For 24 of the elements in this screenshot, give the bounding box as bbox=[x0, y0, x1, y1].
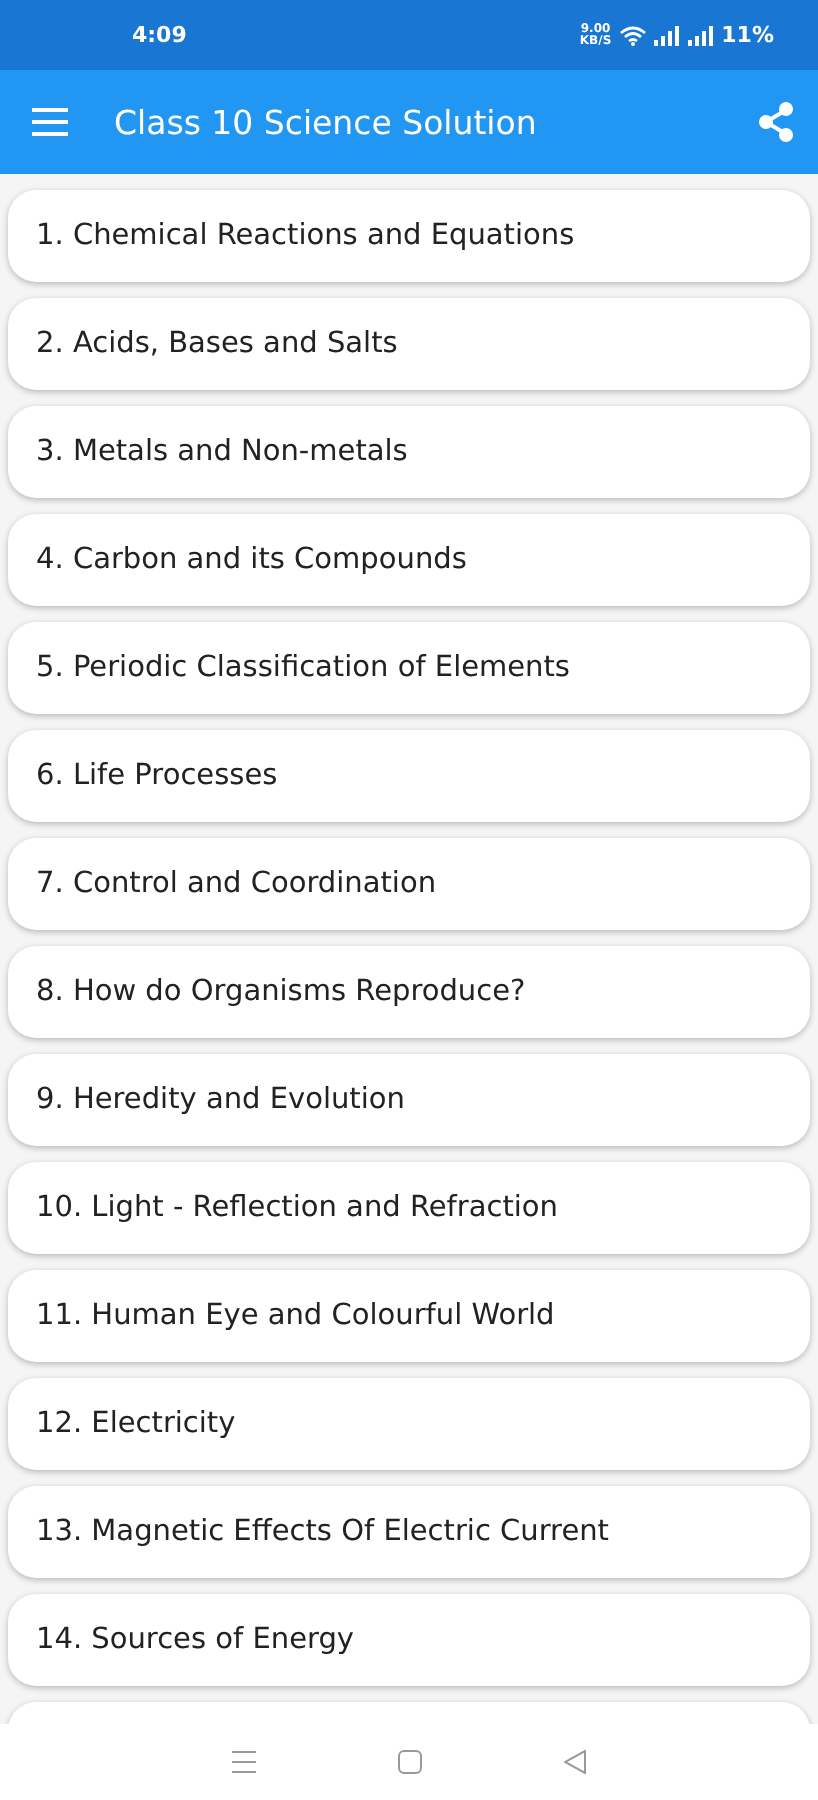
chapter-item[interactable]: 1. Chemical Reactions and Equations bbox=[8, 190, 810, 282]
chapter-item[interactable]: 4. Carbon and its Compounds bbox=[8, 514, 810, 606]
back-icon[interactable] bbox=[564, 1750, 587, 1774]
home-icon[interactable] bbox=[397, 1750, 422, 1774]
chapter-item[interactable]: 6. Life Processes bbox=[8, 730, 810, 822]
chapter-item[interactable]: 8. How do Organisms Reproduce? bbox=[8, 946, 810, 1038]
chapter-item[interactable]: 10. Light - Reflection and Refraction bbox=[8, 1162, 810, 1254]
app-title: Class 10 Science Solution bbox=[114, 103, 539, 141]
battery-level: 11% bbox=[721, 22, 774, 48]
chapter-item[interactable]: 9. Heredity and Evolution bbox=[8, 1054, 810, 1146]
share-icon[interactable] bbox=[758, 102, 794, 142]
chapter-item[interactable]: 3. Metals and Non-metals bbox=[8, 406, 810, 498]
chapter-item[interactable]: 14. Sources of Energy bbox=[8, 1594, 810, 1686]
signal-icon bbox=[687, 25, 714, 45]
chapter-item[interactable]: 12. Electricity bbox=[8, 1378, 810, 1470]
signal-icon bbox=[653, 25, 680, 45]
wifi-icon bbox=[619, 25, 646, 45]
status-time: 4:09 bbox=[132, 22, 187, 48]
menu-icon[interactable] bbox=[231, 1750, 256, 1774]
chapter-item[interactable]: 7. Control and Coordination bbox=[8, 838, 810, 930]
chapter-item[interactable]: 11. Human Eye and Colourful World bbox=[8, 1270, 810, 1362]
chapter-item[interactable]: 5. Periodic Classification of Elements bbox=[8, 622, 810, 714]
chapter-item[interactable]: 13. Magnetic Effects Of Electric Current bbox=[8, 1486, 810, 1578]
chapter-item[interactable]: 2. Acids, Bases and Salts bbox=[8, 298, 810, 390]
